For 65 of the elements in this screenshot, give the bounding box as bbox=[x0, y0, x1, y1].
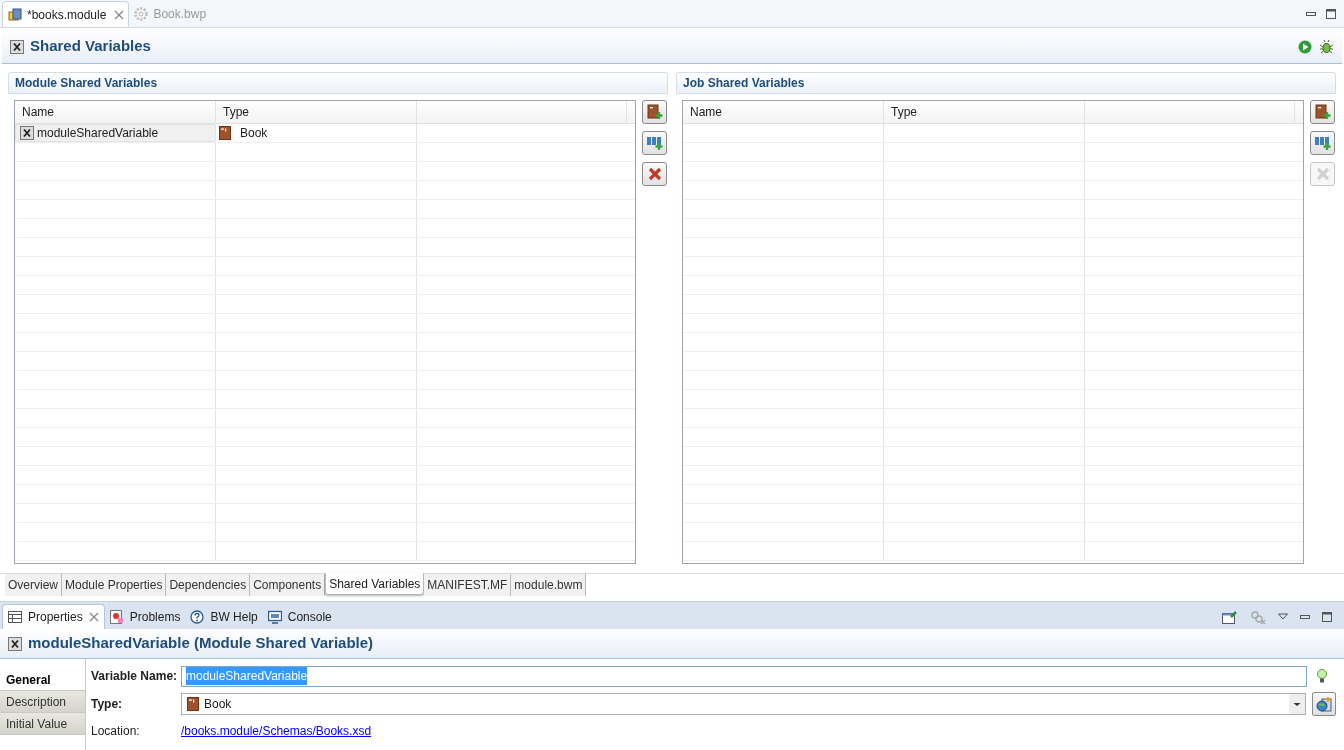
minimize-icon bbox=[1306, 9, 1316, 19]
add-button[interactable] bbox=[1310, 131, 1335, 155]
page-tab[interactable]: Dependencies bbox=[166, 574, 251, 596]
variable-type: Book bbox=[240, 125, 268, 142]
type-dropdown[interactable]: Book bbox=[181, 693, 1306, 715]
editor-tab[interactable]: *books.module bbox=[2, 1, 130, 27]
location-link[interactable]: /books.module/Schemas/Books.xsd bbox=[181, 722, 372, 740]
variable-name: moduleSharedVariable bbox=[37, 125, 159, 142]
section-header: Module Shared Variables bbox=[8, 72, 668, 94]
field-label: Variable Name: bbox=[91, 668, 179, 685]
book-icon bbox=[187, 697, 199, 711]
field-label: Location: bbox=[91, 723, 141, 740]
help-icon bbox=[190, 609, 205, 624]
globe-icon bbox=[1316, 696, 1332, 712]
add-text-icon bbox=[1313, 135, 1332, 151]
page-tab[interactable]: Overview bbox=[5, 574, 62, 596]
filter-icon bbox=[1250, 609, 1266, 624]
view-tab[interactable]: BW Help bbox=[185, 604, 263, 629]
table-row[interactable]: moduleSharedVariable bbox=[15, 124, 216, 142]
bug-icon bbox=[1318, 38, 1334, 55]
variable-icon bbox=[8, 636, 22, 651]
console-icon bbox=[267, 609, 282, 624]
add-element-icon bbox=[646, 104, 663, 120]
view-menu-icon bbox=[1278, 612, 1288, 621]
page-tab[interactable]: Shared Variables bbox=[325, 573, 425, 595]
editor-title: Shared Variables bbox=[30, 36, 151, 57]
gear-icon bbox=[133, 6, 150, 22]
column-header[interactable]: Name bbox=[683, 101, 884, 123]
maximize-icon bbox=[1326, 9, 1336, 19]
maximize-icon bbox=[1322, 611, 1332, 622]
table-icon bbox=[8, 611, 22, 623]
page-tab[interactable]: module.bwm bbox=[511, 574, 587, 596]
remove-button[interactable] bbox=[642, 162, 667, 186]
delete-icon bbox=[647, 167, 662, 181]
add-element-icon bbox=[1314, 104, 1331, 120]
view-tab[interactable]: Problems bbox=[104, 604, 186, 629]
page-tab[interactable]: Module Properties bbox=[62, 574, 167, 596]
module-icon bbox=[7, 6, 23, 23]
book-icon bbox=[219, 126, 231, 140]
add-button[interactable] bbox=[642, 131, 667, 155]
side-tab[interactable]: Description bbox=[0, 691, 85, 713]
problems-icon bbox=[109, 609, 124, 624]
add-text-icon bbox=[645, 135, 664, 151]
column-header[interactable]: Type bbox=[216, 101, 417, 123]
variable-icon bbox=[20, 126, 34, 140]
close-icon bbox=[88, 612, 99, 622]
lightbulb-icon bbox=[1316, 668, 1328, 684]
browse-button[interactable] bbox=[1312, 692, 1336, 716]
variable-icon bbox=[10, 39, 24, 54]
properties-title: moduleSharedVariable (Module Shared Variable) bbox=[28, 633, 374, 654]
delete-icon bbox=[1315, 167, 1330, 181]
page-tab[interactable]: Components bbox=[250, 574, 326, 596]
close-icon bbox=[114, 9, 125, 20]
view-tab[interactable]: Console bbox=[262, 604, 337, 629]
view-tab[interactable]: Properties bbox=[2, 604, 105, 629]
column-header[interactable]: Name bbox=[15, 101, 216, 123]
pin-icon bbox=[1222, 609, 1238, 624]
page-tab[interactable]: MANIFEST.MF bbox=[424, 574, 512, 596]
add-button[interactable] bbox=[642, 100, 667, 124]
side-tab[interactable]: Initial Value bbox=[0, 713, 85, 735]
section-header: Job Shared Variables bbox=[676, 72, 1336, 94]
add-button[interactable] bbox=[1310, 100, 1335, 124]
column-header[interactable]: Type bbox=[884, 101, 1085, 123]
run-icon bbox=[1298, 39, 1312, 54]
field-label: Type: bbox=[91, 696, 124, 713]
